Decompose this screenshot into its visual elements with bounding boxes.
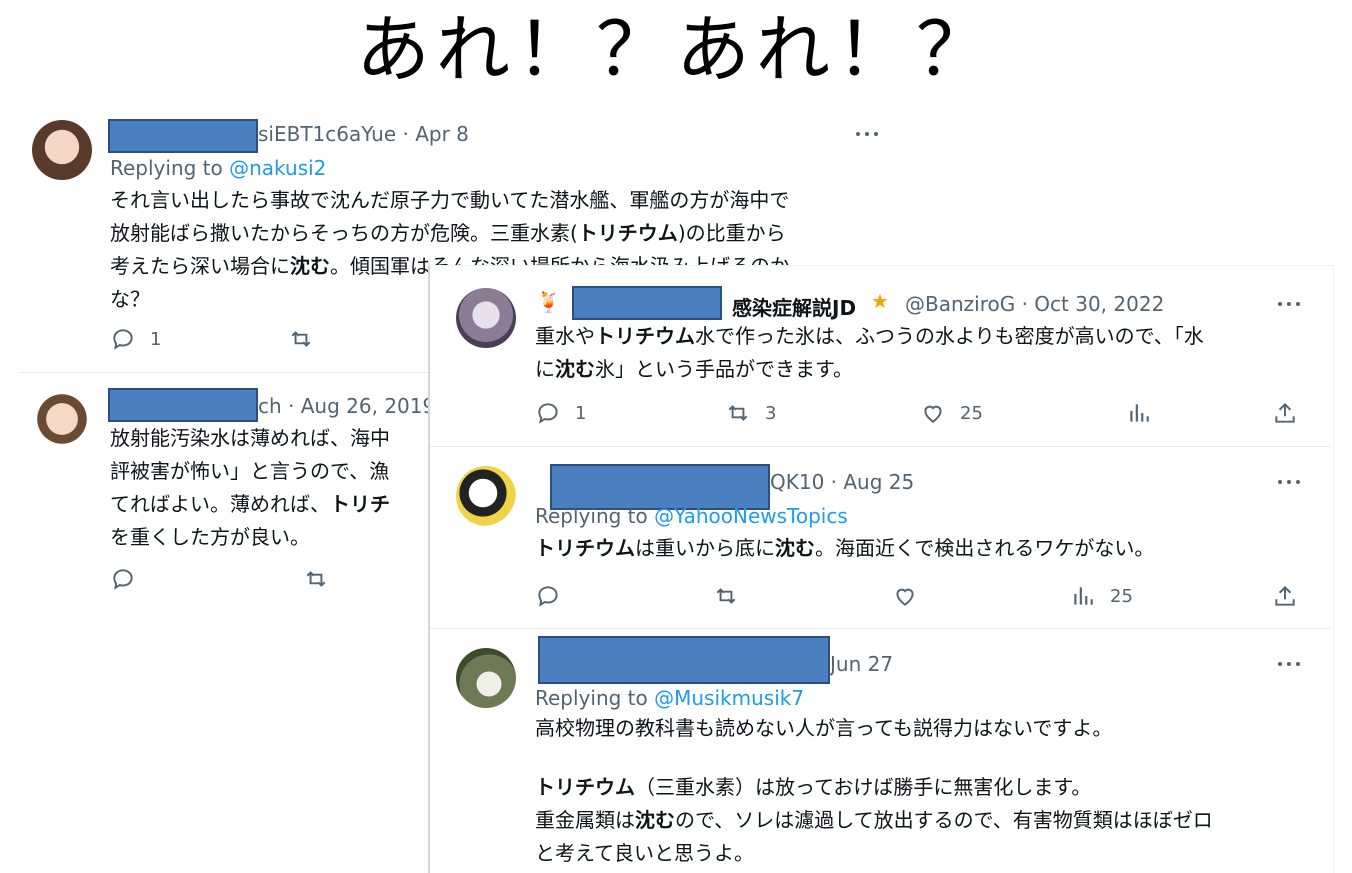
redacted-name	[572, 286, 722, 320]
tweet-line: 高校物理の教科書も読めない人が言っても説得力はないですよ。	[535, 716, 1113, 740]
tweet-handle-date: @BanziroG · Oct 30, 2022	[905, 292, 1165, 316]
reply-icon	[113, 569, 133, 590]
tweet-line-spacer	[535, 745, 1315, 771]
tweet-line: それ言い出したら事故で沈んだ原子力で動いてた潜水艦、軍艦の方が海中で	[110, 188, 790, 212]
retweet-icon	[291, 331, 311, 347]
reply-count: 1	[150, 328, 162, 350]
reply-icon	[538, 586, 558, 607]
tweet-line: に沈む氷」という手品ができます。	[535, 357, 853, 381]
redacted-name	[538, 636, 830, 684]
retweet-action[interactable]: 3	[725, 400, 776, 426]
tweet-line: を重くした方が良い。	[110, 525, 310, 549]
tweet-card-2[interactable]: ch · Aug 26, 2019 放射能汚染水は薄めれば、海中 評被害が怖い」…	[20, 382, 440, 612]
divider	[430, 628, 1330, 629]
tweet-line: 放射能汚染水は薄めれば、海中	[110, 426, 390, 450]
tweet-handle-date: ch · Aug 26, 2019	[258, 394, 436, 418]
divider	[20, 372, 430, 373]
replying-to: Replying to @YahooNewsTopics	[535, 504, 848, 528]
share-action[interactable]	[1272, 583, 1298, 609]
views-action[interactable]	[1126, 400, 1152, 426]
analytics-icon	[1074, 587, 1093, 605]
like-action[interactable]: 25	[920, 400, 983, 426]
retweet-icon	[306, 571, 326, 587]
tweet-line: 重金属類は沈むので、ソレは濾過して放出するので、有害物質類はほぼゼロ	[535, 808, 1213, 832]
reply-mention-link[interactable]: @nakusi2	[229, 156, 326, 180]
tweet-line: トリチウム（三重水素）は放っておけば勝手に無害化します。	[535, 775, 1092, 799]
tweet-handle-date: Jun 27	[830, 652, 894, 676]
tweet-card-5[interactable]: Jun 27 Replying to @Musikmusik7 高校物理の教科書…	[430, 632, 1330, 872]
tweet-card-4[interactable]: QK10 · Aug 25 Replying to @YahooNewsTopi…	[430, 450, 1330, 626]
tweet-line: と考えて良いと思うよ。	[535, 841, 754, 865]
more-options-icon[interactable]	[1278, 299, 1304, 309]
tweet-text: 高校物理の教科書も読めない人が言っても説得力はないですよ。 トリチウム（三重水素…	[535, 712, 1315, 870]
replying-prefix: Replying to	[535, 504, 655, 528]
reply-count: 1	[575, 402, 587, 424]
retweet-action[interactable]	[303, 566, 329, 592]
views-count: 25	[1110, 585, 1133, 607]
tweet-line: 評被害が怖い」と言うので、漁	[110, 459, 390, 483]
reply-action[interactable]: 1	[110, 326, 161, 352]
display-name: 感染症解説JD	[732, 296, 857, 320]
reply-mention-link[interactable]: @YahooNewsTopics	[654, 504, 848, 528]
reply-icon	[538, 403, 558, 424]
share-action[interactable]	[1272, 400, 1298, 426]
views-action[interactable]: 25	[1070, 583, 1133, 609]
retweet-action[interactable]	[288, 326, 314, 352]
reply-icon	[113, 329, 133, 350]
reply-action[interactable]: 1	[535, 400, 586, 426]
replying-to: Replying to @Musikmusik7	[535, 686, 804, 710]
retweet-action[interactable]	[713, 583, 739, 609]
replying-to: Replying to @nakusi2	[110, 156, 326, 180]
tweet-text: トリチウムは重いから底に沈む。海面近くで検出されるワケがない。	[535, 532, 1315, 565]
avatar[interactable]	[456, 466, 516, 526]
redacted-name	[108, 388, 258, 422]
more-options-icon[interactable]	[1278, 659, 1304, 669]
avatar[interactable]	[32, 120, 92, 180]
retweet-icon	[716, 588, 736, 604]
like-action[interactable]	[892, 583, 918, 609]
heart-icon	[896, 588, 914, 606]
retweet-icon	[728, 405, 748, 421]
tweet-line: トリチウムは重いから底に沈む。海面近くで検出されるワケがない。	[535, 536, 1155, 560]
retweet-count: 3	[765, 402, 777, 424]
redacted-name	[108, 119, 258, 153]
star-emoji-icon: ★	[871, 289, 889, 313]
headline: あれ！？あれ！？	[356, 7, 996, 93]
tweet-line: てればよい。薄めれば、トリチ	[110, 492, 390, 516]
reply-action[interactable]	[535, 583, 561, 609]
cocktail-emoji-icon: 🍹	[536, 290, 561, 314]
reply-action[interactable]	[110, 566, 136, 592]
tweet-card-3[interactable]: 🍹 感染症解説JD ★ @BanziroG · Oct 30, 2022 重水や…	[430, 270, 1330, 445]
avatar[interactable]	[32, 392, 92, 452]
share-icon	[1275, 585, 1295, 606]
tweet-handle-date: QK10 · Aug 25	[770, 470, 915, 494]
tweet-text: 放射能汚染水は薄めれば、海中 評被害が怖い」と言うので、漁 てればよい。薄めれば…	[110, 422, 430, 554]
like-count: 25	[960, 402, 983, 424]
reply-mention-link[interactable]: @Musikmusik7	[654, 686, 804, 710]
tweet-handle-date: siEBT1c6aYue · Apr 8	[258, 122, 469, 146]
more-options-icon[interactable]	[856, 129, 882, 139]
replying-prefix: Replying to	[535, 686, 655, 710]
avatar[interactable]	[456, 288, 516, 348]
tweet-text: 重水やトリチウム水で作った氷は、ふつうの水よりも密度が高いので、「水 に沈む氷」…	[535, 320, 1315, 386]
tweet-line: 放射能ばら撒いたからそっちの方が危険。三重水素(トリチウム)の比重から	[110, 221, 786, 245]
more-options-icon[interactable]	[1278, 477, 1304, 487]
share-icon	[1275, 402, 1295, 423]
tweet-line: 重水やトリチウム水で作った氷は、ふつうの水よりも密度が高いので、「水	[535, 324, 1204, 348]
analytics-icon	[1130, 404, 1149, 422]
replying-prefix: Replying to	[110, 156, 230, 180]
heart-icon	[924, 405, 942, 423]
avatar[interactable]	[456, 648, 516, 708]
divider	[430, 446, 1330, 447]
